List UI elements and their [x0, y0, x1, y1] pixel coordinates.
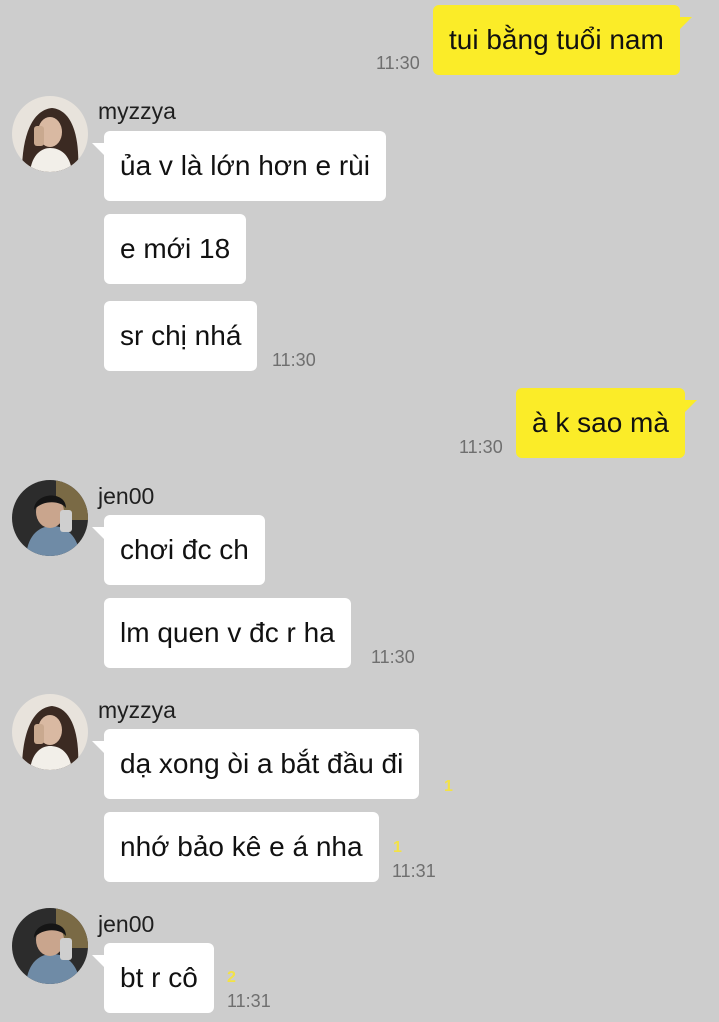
- message-timestamp: 11:31: [392, 861, 436, 881]
- outgoing-message-bubble[interactable]: tui bằng tuổi nam: [433, 5, 692, 75]
- sender-name: myzzya: [98, 697, 176, 723]
- message-timestamp: 11:30: [459, 437, 503, 457]
- unread-count: 1: [444, 778, 453, 795]
- message-timestamp: 11:31: [227, 991, 271, 1011]
- outgoing-message-bubble[interactable]: à k sao mà: [516, 388, 697, 458]
- avatar-photo-boy-icon: [12, 908, 88, 984]
- avatar-photo-boy-icon: [12, 480, 88, 556]
- incoming-message-bubble[interactable]: bt r cô: [92, 943, 214, 1013]
- avatar-photo-girl-icon: [12, 96, 88, 172]
- incoming-message-bubble[interactable]: nhớ bảo kê e á nha: [104, 812, 379, 882]
- incoming-message-bubble[interactable]: sr chị nhá: [104, 301, 258, 371]
- message-timestamp: 11:30: [272, 350, 316, 370]
- message-timestamp: 11:30: [371, 647, 415, 667]
- incoming-message-bubble[interactable]: chơi đc ch: [92, 515, 265, 585]
- incoming-message-bubble[interactable]: e mới 18: [104, 214, 247, 284]
- sender-name: jen00: [98, 911, 155, 937]
- incoming-message-bubble[interactable]: ủa v là lớn hơn e rùi: [92, 131, 386, 201]
- sender-name: jen00: [98, 483, 155, 509]
- message-timestamp: 11:30: [376, 53, 420, 73]
- incoming-message-bubble[interactable]: dạ xong òi a bắt đầu đi: [91, 729, 420, 799]
- unread-count: 1: [393, 839, 402, 856]
- sender-avatar[interactable]: [12, 908, 88, 984]
- chat-message-list[interactable]: tui bằng tuổi nam 11:30 myzzya ủa v là l…: [0, 0, 719, 1022]
- incoming-message-bubble[interactable]: lm quen v đc r ha: [104, 598, 351, 668]
- unread-count: 2: [227, 969, 236, 986]
- sender-name: myzzya: [98, 98, 176, 124]
- sender-avatar[interactable]: [12, 480, 88, 556]
- sender-avatar[interactable]: [12, 96, 88, 172]
- avatar-photo-girl-icon: [12, 694, 88, 770]
- sender-avatar[interactable]: [12, 694, 88, 770]
